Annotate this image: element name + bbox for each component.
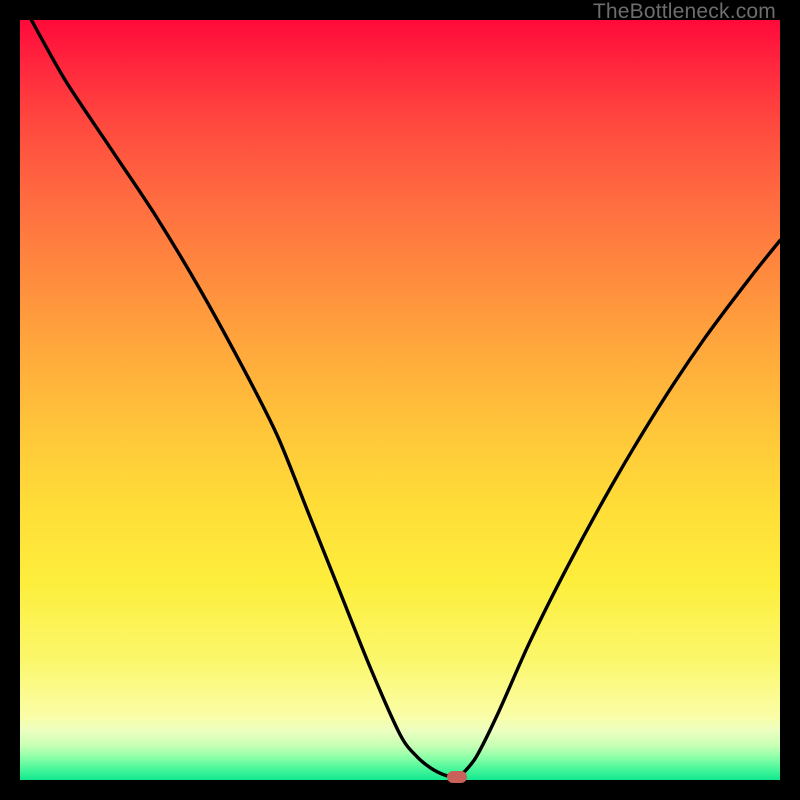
watermark-text: TheBottleneck.com — [593, 0, 776, 24]
optimum-marker — [447, 771, 467, 783]
bottleneck-curve — [31, 20, 780, 777]
plot-area — [20, 20, 780, 780]
chart-frame: TheBottleneck.com — [0, 0, 800, 800]
curve-svg — [20, 20, 780, 780]
